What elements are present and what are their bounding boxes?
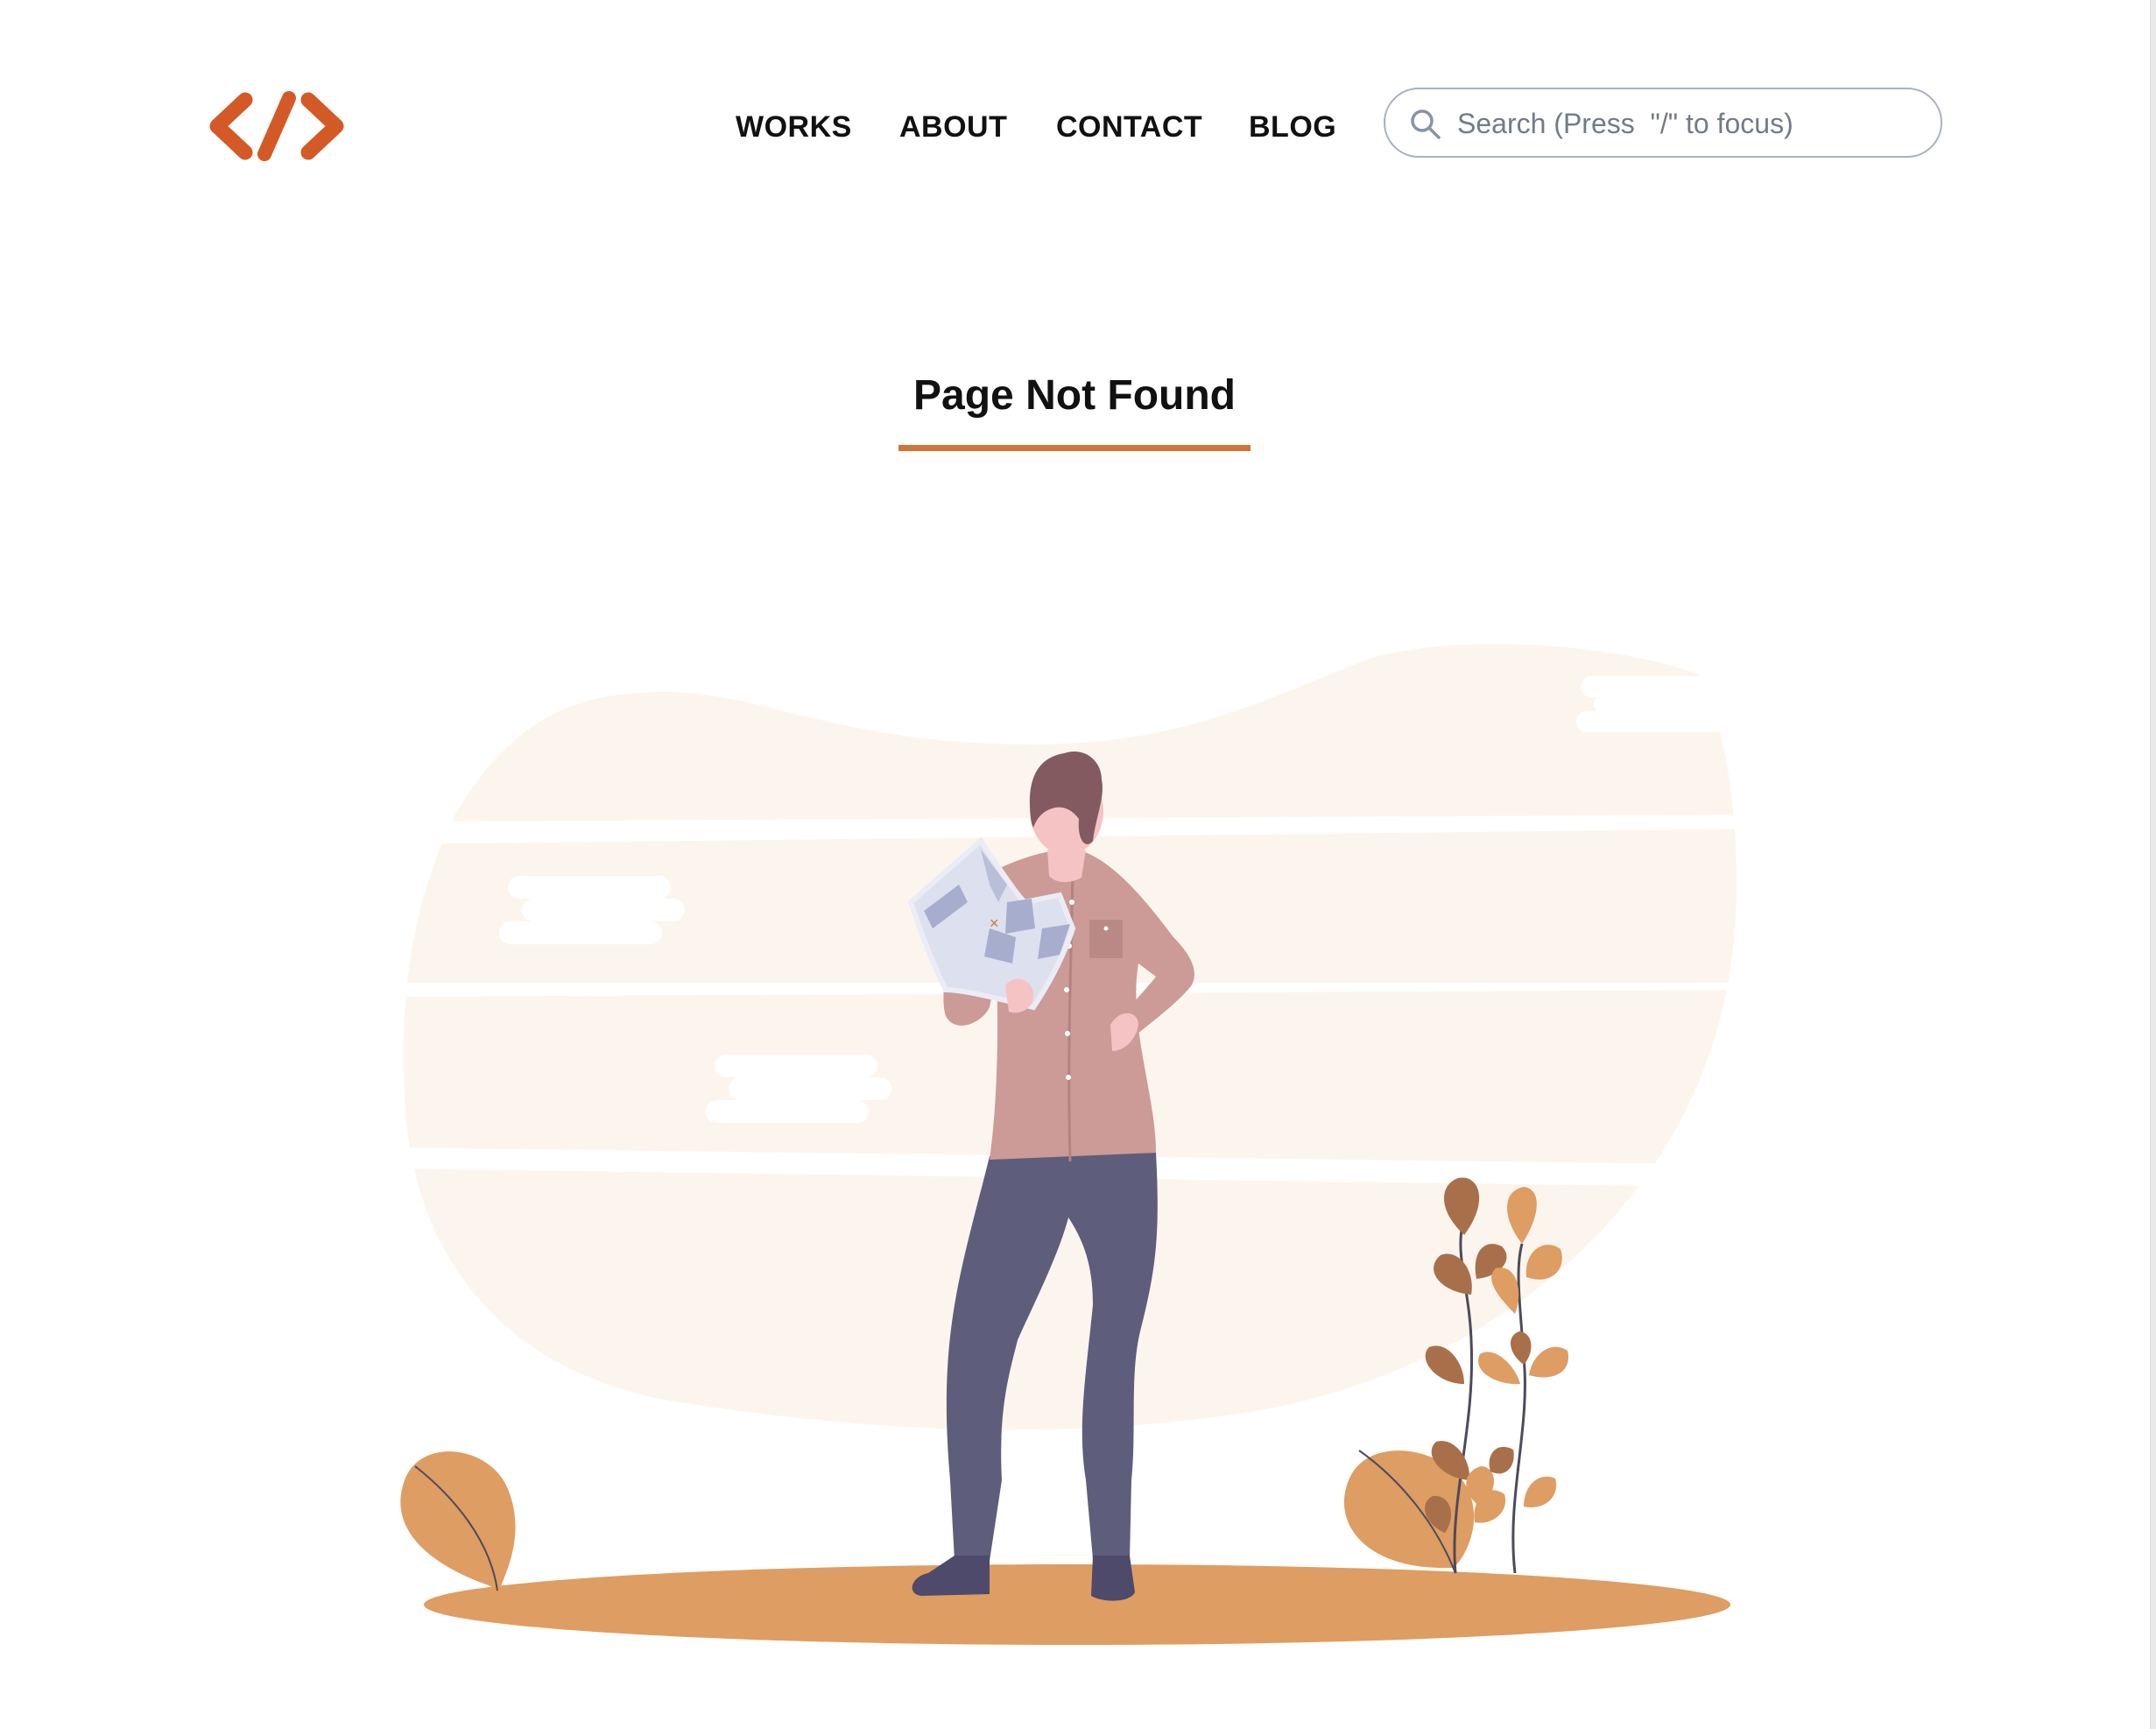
nav-link-about[interactable]: ABOUT	[899, 96, 1007, 158]
leaf-left	[400, 1451, 516, 1591]
nav-link-contact[interactable]: CONTACT	[1056, 96, 1202, 158]
cloud-middle	[706, 1055, 891, 1123]
ground	[424, 1564, 1730, 1645]
logo-icon[interactable]	[207, 88, 347, 165]
lost-person-illustration: ×	[385, 644, 1769, 1645]
svg-text:×: ×	[990, 914, 999, 932]
cloud-right	[1576, 676, 1769, 732]
page: WORKS ABOUT CONTACT BLOG Page Not Found	[0, 0, 2156, 1729]
search-input[interactable]	[1455, 98, 1914, 149]
search-box[interactable]	[1384, 88, 1942, 158]
page-title: Page Not Found	[913, 372, 1236, 419]
window-scrollbar-edge	[2150, 0, 2156, 1729]
title-underline	[898, 445, 1251, 451]
search-icon	[1411, 109, 1441, 139]
nav-link-works[interactable]: WORKS	[736, 96, 852, 158]
cloud-left	[499, 876, 685, 944]
nav-link-blog[interactable]: BLOG	[1249, 96, 1336, 158]
